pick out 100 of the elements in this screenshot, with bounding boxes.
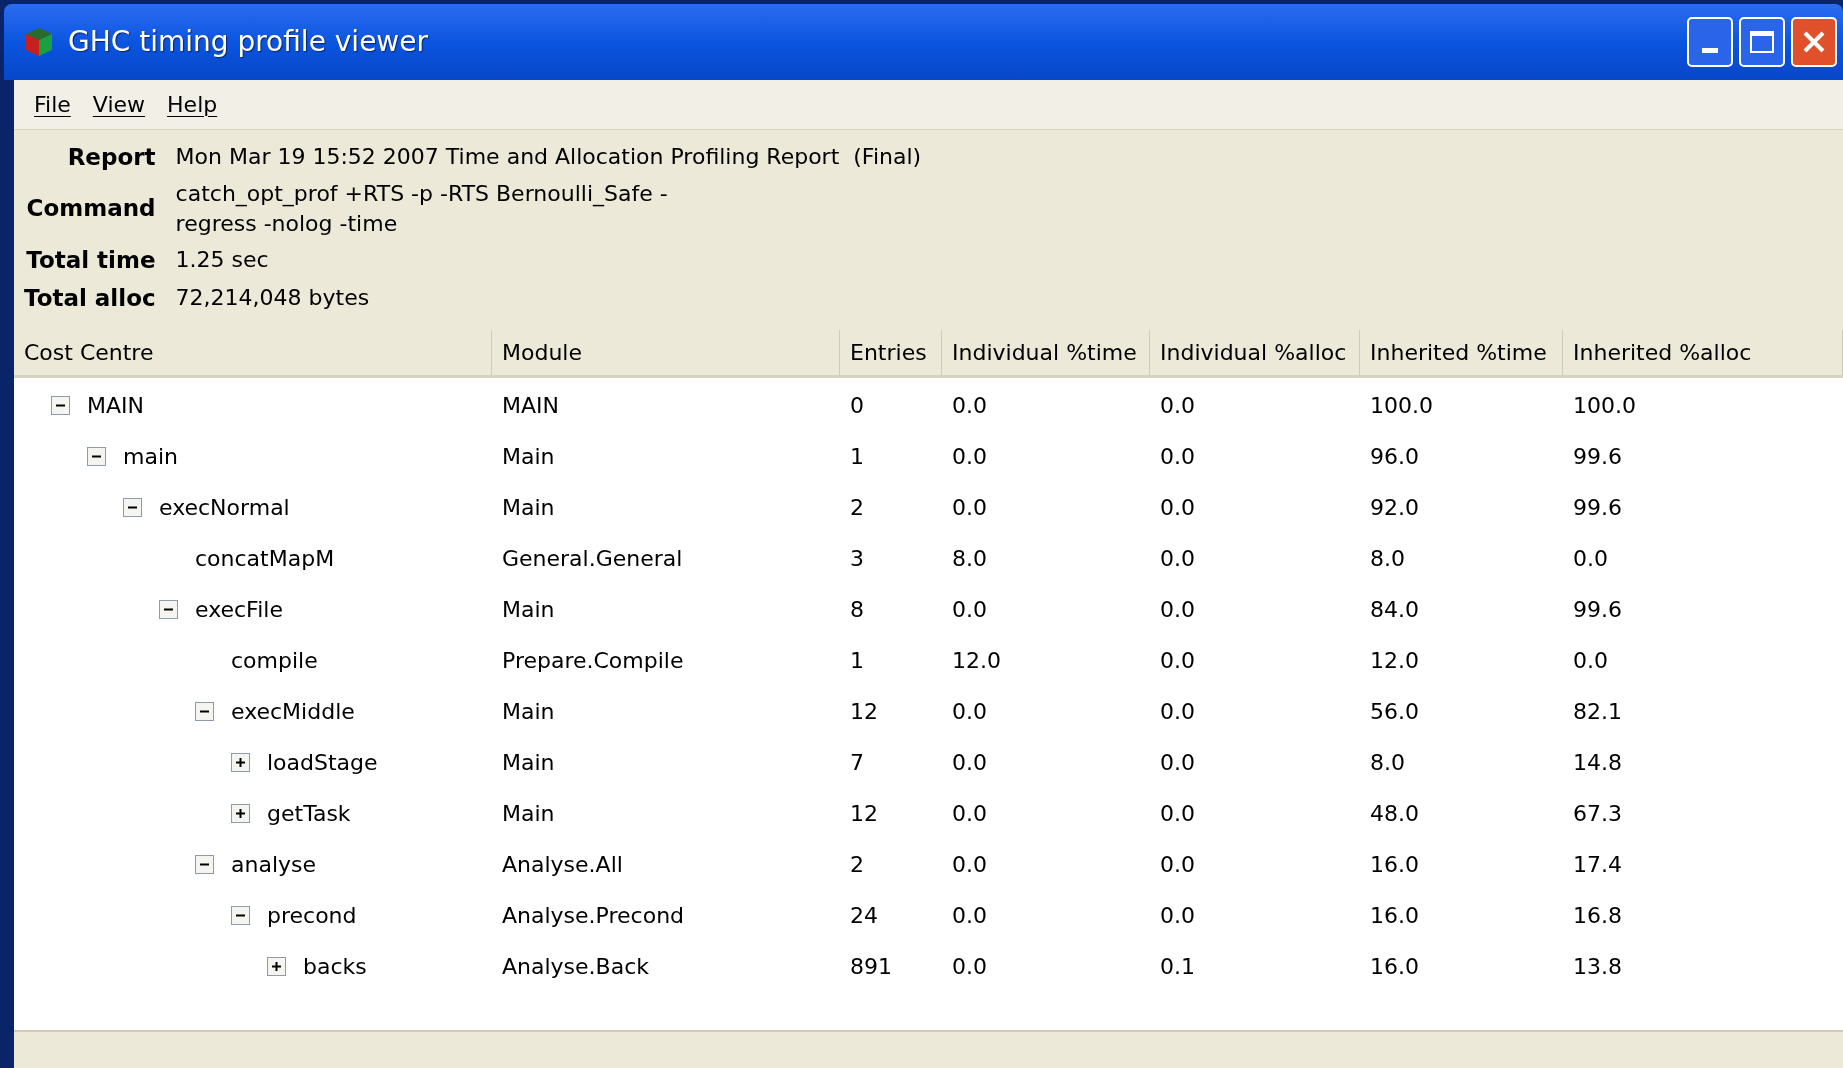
table-cell: 8.0 bbox=[952, 545, 987, 571]
tree-item[interactable]: execNormal bbox=[159, 490, 290, 524]
column-header[interactable]: Inherited %time bbox=[1360, 329, 1563, 375]
collapse-icon[interactable] bbox=[231, 905, 250, 925]
table-cell: 12.0 bbox=[952, 647, 1001, 673]
report-label: Total time bbox=[25, 245, 156, 275]
collapse-icon[interactable] bbox=[87, 446, 106, 466]
cube-icon bbox=[24, 26, 54, 58]
table-cell: 92.0 bbox=[1370, 494, 1419, 520]
column-header[interactable]: Entries bbox=[840, 329, 942, 375]
tree-item[interactable]: loadStage bbox=[267, 745, 378, 779]
table-cell: 16.0 bbox=[1370, 902, 1419, 928]
table-cell: 0.0 bbox=[1160, 698, 1195, 724]
tree-item[interactable]: execFile bbox=[195, 592, 283, 626]
table-cell: 0.0 bbox=[952, 443, 987, 469]
table-cell: 0.0 bbox=[1160, 392, 1195, 418]
table-cell: 0.0 bbox=[952, 953, 987, 979]
table-cell: Main bbox=[502, 596, 555, 622]
table-cell: Main bbox=[502, 800, 555, 826]
table-cell: 0.0 bbox=[952, 392, 987, 418]
table-cell: 7 bbox=[850, 749, 864, 775]
table-cell: Analyse.All bbox=[502, 851, 623, 877]
table-cell: Main bbox=[502, 494, 555, 520]
table-cell: 0.0 bbox=[1160, 596, 1195, 622]
table-cell: 17.4 bbox=[1573, 851, 1622, 877]
collapse-icon[interactable] bbox=[195, 701, 214, 721]
table-cell: 16.0 bbox=[1370, 851, 1419, 877]
table-cell: 0.0 bbox=[952, 902, 987, 928]
table-cell: 100.0 bbox=[1370, 392, 1433, 418]
table-cell: 12.0 bbox=[1370, 647, 1419, 673]
tree-item[interactable]: analyse bbox=[231, 847, 317, 881]
table-cell: 67.3 bbox=[1573, 800, 1622, 826]
report-label: Report bbox=[66, 143, 156, 172]
table-cell: 0.0 bbox=[1573, 647, 1608, 673]
column-header[interactable]: Individual %alloc bbox=[1150, 329, 1360, 375]
column-header[interactable]: Cost Centre bbox=[14, 329, 492, 375]
table-cell: Main bbox=[502, 443, 555, 469]
table-cell: 100.0 bbox=[1573, 392, 1636, 418]
table-cell: 2 bbox=[850, 851, 864, 877]
table-cell: 0.0 bbox=[952, 800, 987, 826]
table-cell: 2 bbox=[850, 494, 864, 520]
table-cell: 56.0 bbox=[1370, 698, 1419, 724]
table-cell: 0.0 bbox=[1160, 851, 1195, 877]
table-cell: 24 bbox=[850, 902, 878, 928]
table-cell: 1 bbox=[850, 647, 864, 673]
collapse-icon[interactable] bbox=[51, 395, 70, 415]
table-cell: 0.0 bbox=[952, 596, 987, 622]
table-cell: 0.0 bbox=[1160, 545, 1195, 571]
table-cell: 0.0 bbox=[1160, 494, 1195, 520]
tree-item[interactable]: precond bbox=[267, 898, 357, 932]
tree-item[interactable]: MAIN bbox=[87, 388, 144, 422]
tree-item[interactable]: main bbox=[123, 439, 178, 473]
table-cell: 12 bbox=[850, 698, 878, 724]
tree-item[interactable]: getTask bbox=[267, 796, 351, 830]
table-cell: 1 bbox=[850, 443, 864, 469]
table-cell: 96.0 bbox=[1370, 443, 1419, 469]
tree-item[interactable]: execMiddle bbox=[231, 694, 355, 728]
table-cell: 8 bbox=[850, 596, 864, 622]
close-icon bbox=[1802, 30, 1826, 54]
column-header[interactable]: Individual %time bbox=[942, 329, 1150, 375]
column-header[interactable]: Module bbox=[492, 329, 840, 375]
collapse-icon[interactable] bbox=[159, 599, 178, 619]
report-value: catch_opt_prof +RTS -p -RTS Bernoulli_Safe - regress -nolog -time bbox=[175, 179, 669, 238]
close-button[interactable] bbox=[1791, 17, 1837, 67]
table-cell: 48.0 bbox=[1370, 800, 1419, 826]
report-value: Mon Mar 19 15:52 2007 Time and Allocation Profiling Report (Final) bbox=[175, 143, 923, 172]
expand-icon[interactable] bbox=[231, 803, 250, 823]
table-cell: Prepare.Compile bbox=[502, 647, 684, 673]
tree-item[interactable]: backs bbox=[303, 949, 367, 983]
table-cell: 16.8 bbox=[1573, 902, 1622, 928]
table-cell: 0.0 bbox=[952, 494, 987, 520]
tree-item[interactable]: concatMapM bbox=[195, 541, 335, 575]
table-cell: 0.0 bbox=[952, 851, 987, 877]
table-cell: 891 bbox=[850, 953, 892, 979]
table-cell: Main bbox=[502, 698, 555, 724]
menu-item[interactable]: Help bbox=[161, 88, 224, 121]
minimize-button[interactable] bbox=[1687, 17, 1733, 67]
expand-icon[interactable] bbox=[267, 956, 286, 976]
table-cell: 0.0 bbox=[952, 698, 987, 724]
table-cell: 0.0 bbox=[1573, 545, 1608, 571]
table-cell: General.General bbox=[502, 545, 683, 571]
maximize-button[interactable] bbox=[1739, 17, 1785, 67]
menu-item[interactable]: File bbox=[28, 88, 77, 121]
column-header[interactable]: Inherited %alloc bbox=[1563, 329, 1843, 375]
tree-item[interactable]: compile bbox=[231, 643, 318, 677]
menu-item[interactable]: View bbox=[86, 88, 152, 121]
collapse-icon[interactable] bbox=[195, 854, 214, 874]
table-cell: 0.0 bbox=[1160, 800, 1195, 826]
table-cell: 8.0 bbox=[1370, 749, 1405, 775]
table-cell: 0.1 bbox=[1160, 953, 1195, 979]
table-cell: 99.6 bbox=[1573, 596, 1622, 622]
expand-icon[interactable] bbox=[231, 752, 250, 772]
table-cell: 16.0 bbox=[1370, 953, 1419, 979]
table-cell: MAIN bbox=[502, 392, 559, 418]
collapse-icon[interactable] bbox=[123, 497, 142, 517]
table-cell: 0.0 bbox=[1160, 749, 1195, 775]
report-value: 1.25 sec bbox=[175, 245, 270, 274]
table-cell: 14.8 bbox=[1573, 749, 1622, 775]
table-cell: Main bbox=[502, 749, 555, 775]
report-label: Command bbox=[25, 194, 156, 224]
